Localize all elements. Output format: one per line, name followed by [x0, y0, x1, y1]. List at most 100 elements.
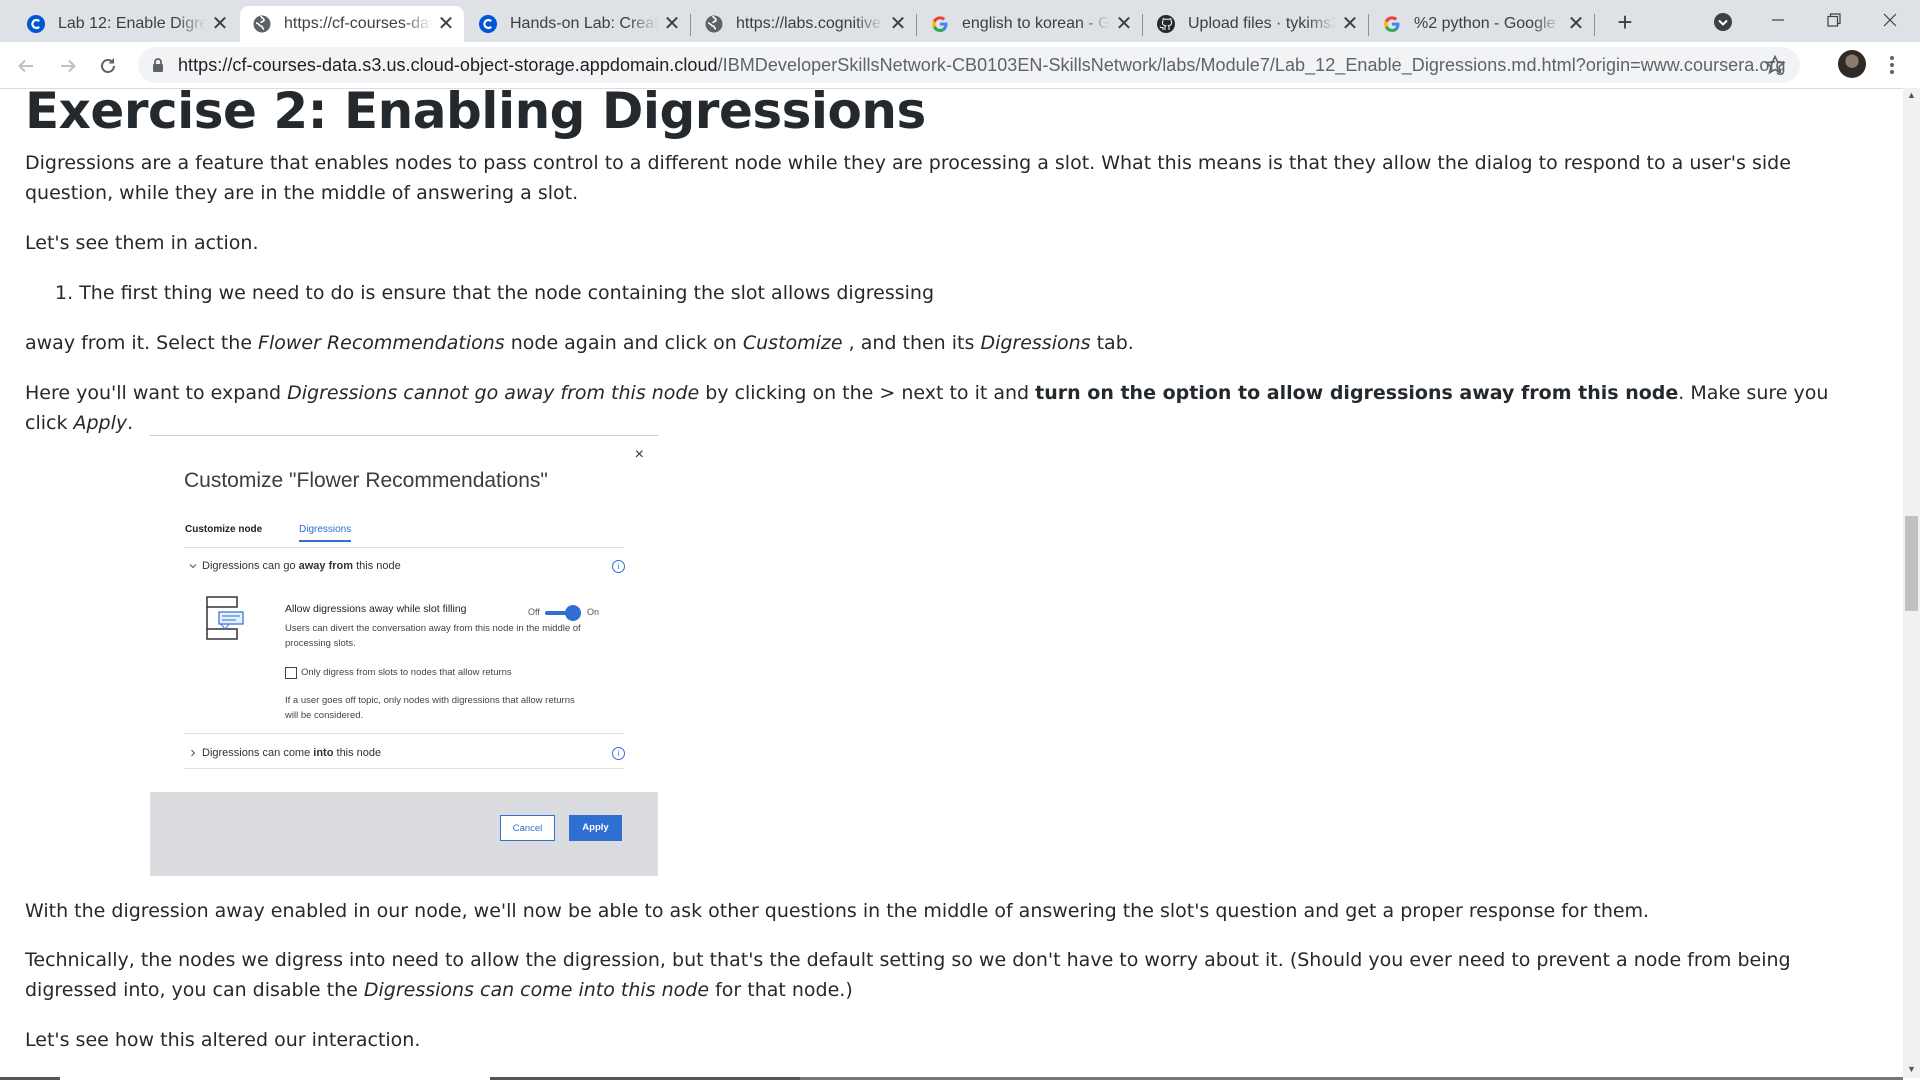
text-run-italic: Digressions can come into this node — [363, 979, 710, 1001]
vertical-scrollbar[interactable]: ▲ ▼ — [1903, 88, 1920, 1078]
tab-labs-cognitive[interactable]: https://labs.cognitive ✕ — [692, 6, 916, 42]
paragraph-select-node: away from it. Select the Flower Recommen… — [25, 328, 1134, 358]
browser-menu-icon[interactable] — [1884, 50, 1900, 80]
node-flow-icon — [205, 595, 245, 646]
dialog-tab-customize-node: Customize node — [185, 524, 263, 535]
window-close-icon[interactable] — [1862, 0, 1918, 40]
new-tab-button[interactable]: + — [1610, 8, 1640, 38]
text-run: Here you'll want to expand — [25, 382, 288, 404]
tab-cf-courses[interactable]: https://cf-courses-dat ✕ — [240, 6, 464, 42]
tab-title: Lab 12: Enable Digres — [58, 15, 206, 32]
lock-icon[interactable] — [150, 57, 166, 73]
text-run-bold: turn on the option to allow digressions … — [1035, 382, 1679, 404]
paragraph-interaction: Let's see how this altered our interacti… — [25, 1029, 421, 1051]
restore-icon[interactable] — [1806, 0, 1862, 40]
paragraph-digression-enabled: With the digression away enabled in our … — [25, 900, 1650, 922]
info-icon: i — [612, 560, 625, 573]
address-bar[interactable]: https://cf-courses-data.s3.us.cloud-obje… — [138, 47, 1800, 83]
text-run-italic: Customize — [742, 332, 843, 354]
reload-icon[interactable] — [92, 50, 124, 82]
only-digress-checkbox — [285, 667, 297, 679]
url-text[interactable]: https://cf-courses-data.s3.us.cloud-obje… — [178, 47, 1786, 83]
text-run: Digressions can come — [202, 747, 314, 759]
text-run: for that node.) — [709, 979, 853, 1001]
globe-icon — [704, 14, 724, 34]
tab-python-google[interactable]: %2 python - Google ✕ — [1370, 6, 1594, 42]
tab-title: https://labs.cognitive — [736, 15, 881, 32]
tab-lab12[interactable]: Lab 12: Enable Digres ✕ — [14, 6, 238, 42]
dialog-apply-button: Apply — [569, 815, 622, 841]
tab-hands-on-lab[interactable]: Hands-on Lab: Creati ✕ — [466, 6, 690, 42]
paragraph-expand: Here you'll want to expand Digressions c… — [25, 378, 1870, 438]
minimize-icon[interactable] — [1750, 0, 1806, 40]
tab-separator — [1368, 14, 1369, 36]
text-run-bold: into — [313, 747, 334, 759]
back-arrow-icon[interactable] — [10, 50, 42, 82]
divider — [184, 547, 624, 548]
text-run: . — [127, 412, 134, 434]
tab-separator — [1594, 14, 1595, 36]
toggle-on-label: On — [587, 607, 600, 617]
allow-digressions-toggle — [545, 605, 581, 621]
dialog-cancel-button: Cancel — [500, 815, 555, 841]
tab-title: Hands-on Lab: Creati — [510, 15, 658, 32]
globe-icon — [252, 14, 272, 34]
tab-title: %2 python - Google — [1414, 15, 1556, 32]
dialog-close-icon: × — [634, 446, 644, 463]
coursera-icon — [478, 14, 498, 34]
text-run: away from it. Select the — [25, 332, 259, 354]
coursera-icon — [26, 14, 46, 34]
list-item-1: 1. The first thing we need to do is ensu… — [55, 278, 934, 308]
list-item-text: The first thing we need to do is ensure … — [79, 282, 935, 304]
url-host: https://cf-courses-data.s3.us.cloud-obje… — [178, 55, 718, 75]
chevron-down-icon — [188, 561, 198, 574]
paragraph-action: Let's see them in action. — [25, 232, 259, 254]
only-digress-label: Only digress from slots to nodes that al… — [301, 667, 512, 678]
only-digress-description: If a user goes off topic, only nodes wit… — [285, 695, 575, 721]
text-run: this node — [333, 747, 382, 759]
tab-title: english to korean - G — [962, 15, 1110, 32]
close-icon[interactable]: ✕ — [1566, 14, 1586, 34]
allow-digressions-label: Allow digressions away while slot fillin… — [285, 603, 467, 615]
text-run: this node — [353, 560, 401, 572]
text-run-italic: Digressions — [980, 332, 1091, 354]
profile-avatar[interactable] — [1838, 50, 1866, 78]
bookmark-star-icon[interactable] — [1764, 54, 1786, 76]
dialog-footer: Cancel Apply — [150, 792, 658, 876]
dialog-tab-digressions: Digressions — [299, 524, 352, 542]
text-run-italic: Flower Recommendations — [258, 332, 505, 354]
paragraph-intro: Digressions are a feature that enables n… — [25, 152, 1791, 204]
paragraph-technically: Technically, the nodes we digress into n… — [25, 945, 1870, 1005]
close-icon[interactable]: ✕ — [662, 14, 682, 34]
tab-title: Upload files · tykims3 — [1188, 15, 1336, 32]
customize-dialog-image: × Customize "Flower Recommendations" Cus… — [150, 435, 658, 876]
tab-separator — [1142, 14, 1143, 36]
scroll-up-arrow-icon[interactable]: ▲ — [1907, 90, 1916, 100]
section-digressions-into: Digressions can come into this node — [202, 747, 381, 759]
close-icon[interactable]: ✕ — [1114, 14, 1134, 34]
page-title: Exercise 2: Enabling Digressions — [25, 88, 926, 140]
scroll-down-arrow-icon[interactable]: ▼ — [1907, 1064, 1916, 1074]
list-number: 1. — [55, 282, 74, 304]
tab-strip: Lab 12: Enable Digres ✕ https://cf-cours… — [0, 0, 1920, 42]
dialog-title: Customize "Flower Recommendations" — [184, 469, 548, 492]
browser-toolbar: https://cf-courses-data.s3.us.cloud-obje… — [0, 42, 1920, 89]
text-run-italic: Apply — [73, 412, 128, 434]
tab-search-icon[interactable] — [1713, 12, 1733, 32]
close-icon[interactable]: ✕ — [210, 14, 230, 34]
page-content: Exercise 2: Enabling Digressions Digress… — [25, 88, 1870, 1078]
close-icon[interactable]: ✕ — [888, 14, 908, 34]
tab-upload-files[interactable]: Upload files · tykims3 ✕ — [1144, 6, 1368, 42]
section-digressions-away: Digressions can go away from this node — [202, 560, 401, 572]
tab-separator — [690, 14, 691, 36]
tab-title: https://cf-courses-dat — [284, 15, 432, 32]
forward-arrow-icon[interactable] — [52, 50, 84, 82]
close-icon[interactable]: ✕ — [1340, 14, 1360, 34]
tab-english-korean[interactable]: english to korean - G ✕ — [918, 6, 1142, 42]
close-icon[interactable]: ✕ — [436, 14, 456, 34]
google-icon — [1382, 14, 1402, 34]
scrollbar-thumb[interactable] — [1905, 516, 1918, 611]
google-icon — [930, 14, 950, 34]
info-icon: i — [612, 747, 625, 760]
tab-separator — [916, 14, 917, 36]
